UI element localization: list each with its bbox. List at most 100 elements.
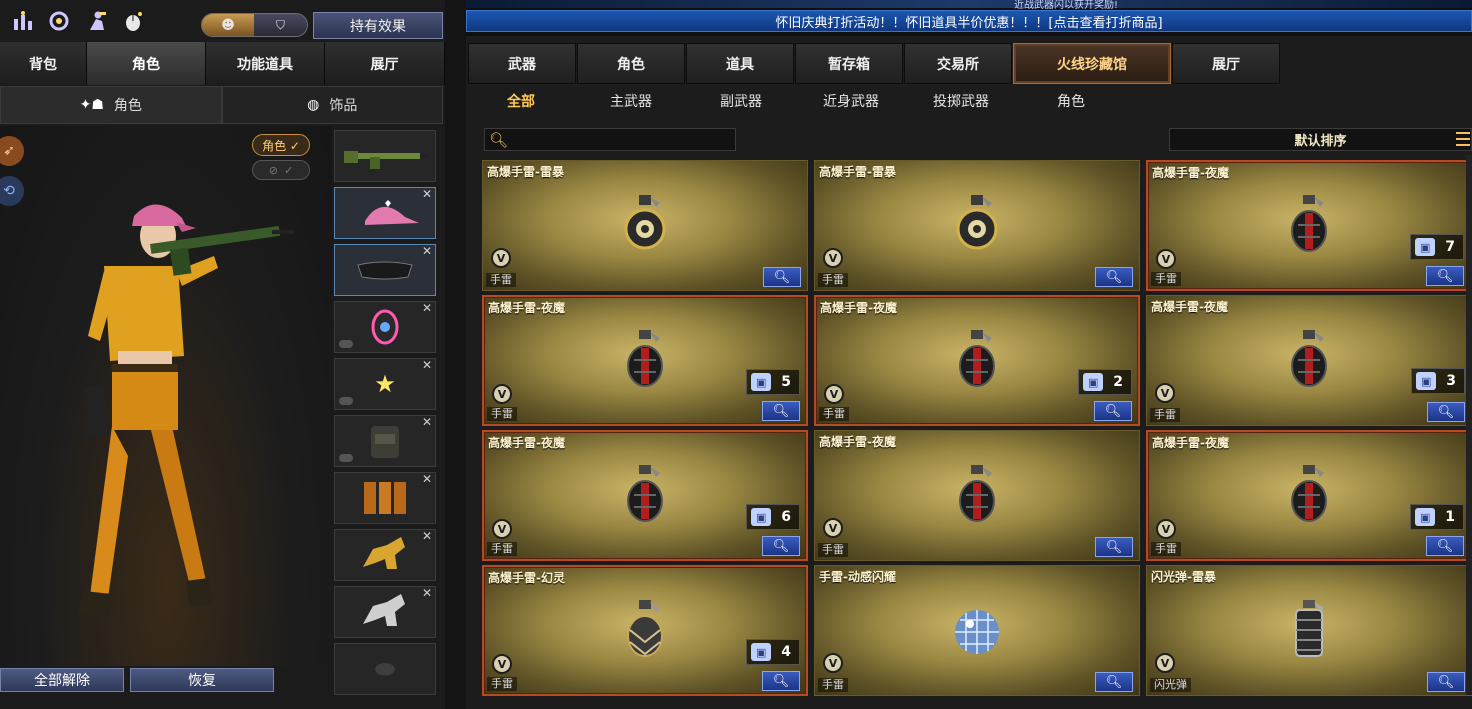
item-card[interactable]: 手雷-动感闪耀 V 手雷 🔍︎ bbox=[814, 565, 1140, 696]
zoom-button[interactable]: 🔍︎ bbox=[1095, 537, 1133, 557]
rank-view-icon[interactable]: ⛉ bbox=[254, 14, 307, 36]
sort-dropdown[interactable]: 默认排序 bbox=[1169, 128, 1472, 151]
figure-icon[interactable] bbox=[82, 6, 112, 36]
item-card[interactable]: 高爆手雷-夜魔 V 手雷 ▣ 5 🔍︎ bbox=[482, 295, 808, 426]
close-icon[interactable]: ✕ bbox=[422, 187, 432, 201]
item-card[interactable]: 高爆手雷-夜魔 V 手雷 🔍︎ bbox=[814, 430, 1140, 561]
game-shop-screen: ☻ ⛉ 持有效果 背包 角色 功能道具 展厅 ✦☗ 角色 ◍ 饰品 ➶ ⟲ 角色… bbox=[0, 0, 1472, 709]
zoom-button[interactable]: 🔍︎ bbox=[1094, 401, 1132, 421]
close-icon[interactable]: ✕ bbox=[422, 529, 432, 543]
item-card[interactable]: 闪光弹-雷暴 V 闪光弹 🔍︎ bbox=[1146, 565, 1472, 696]
slot-silver-horse[interactable]: ✕ bbox=[334, 586, 436, 638]
close-icon[interactable]: ✕ bbox=[422, 472, 432, 486]
item-name: 高爆手雷-夜魔 bbox=[1152, 436, 1229, 450]
toggle-dot[interactable] bbox=[339, 397, 353, 405]
mouse-icon[interactable] bbox=[118, 6, 148, 36]
close-icon[interactable]: ✕ bbox=[422, 586, 432, 600]
zoom-button[interactable]: 🔍︎ bbox=[762, 536, 800, 556]
tab-weapons[interactable]: 武器 bbox=[468, 43, 576, 84]
vip-badge-icon: V bbox=[1155, 383, 1175, 403]
count-value: 7 bbox=[1445, 239, 1455, 255]
category-character[interactable]: 角色 bbox=[1016, 88, 1126, 116]
category-secondary[interactable]: 副武器 bbox=[686, 88, 796, 116]
slot-goggles[interactable]: ✕ bbox=[334, 244, 436, 296]
category-primary[interactable]: 主武器 bbox=[576, 88, 686, 116]
tab-characters[interactable]: 角色 bbox=[577, 43, 685, 84]
grenade-phantom-icon bbox=[620, 598, 670, 664]
item-card[interactable]: 高爆手雷-夜魔 V 手雷 ▣ 6 🔍︎ bbox=[482, 430, 808, 561]
zoom-button[interactable]: 🔍︎ bbox=[762, 671, 800, 691]
category-throwable[interactable]: 投掷武器 bbox=[906, 88, 1016, 116]
tab-exchange[interactable]: 交易所 bbox=[904, 43, 1012, 84]
zoom-button[interactable]: 🔍︎ bbox=[1095, 672, 1133, 692]
category-all[interactable]: 全部 bbox=[466, 88, 576, 116]
category-melee[interactable]: 近身武器 bbox=[796, 88, 906, 116]
left-subtab-bar: ✦☗ 角色 ◍ 饰品 bbox=[0, 86, 443, 124]
category-filter-bar: 全部 主武器 副武器 近身武器 投掷武器 角色 bbox=[466, 88, 1126, 116]
hide-toggle[interactable]: ⊘ ✓ bbox=[252, 160, 310, 180]
stock-count: ▣ 5 bbox=[746, 369, 800, 395]
close-icon[interactable]: ✕ bbox=[422, 415, 432, 429]
close-icon[interactable]: ✕ bbox=[422, 358, 432, 372]
tab-exhibit[interactable]: 展厅 bbox=[1172, 43, 1280, 84]
restore-button[interactable]: 恢复 bbox=[130, 668, 274, 692]
slot-empty[interactable]: ⬬ bbox=[334, 643, 436, 695]
zoom-button[interactable]: 🔍︎ bbox=[1427, 402, 1465, 422]
subtab-character[interactable]: ✦☗ 角色 bbox=[0, 86, 222, 124]
toggle-dot[interactable] bbox=[339, 340, 353, 348]
tab-collection-hall[interactable]: 火线珍藏馆 bbox=[1013, 43, 1171, 84]
remove-all-button[interactable]: 全部解除 bbox=[0, 668, 124, 692]
slot-gold-horse[interactable]: ✕ bbox=[334, 529, 436, 581]
close-icon[interactable]: ✕ bbox=[422, 301, 432, 315]
zoom-button[interactable]: 🔍︎ bbox=[762, 401, 800, 421]
search-input[interactable] bbox=[514, 132, 735, 147]
subtab-accessories[interactable]: ◍ 饰品 bbox=[221, 86, 443, 124]
tab-function-items[interactable]: 功能道具 bbox=[206, 42, 325, 85]
zoom-button[interactable]: 🔍︎ bbox=[1427, 672, 1465, 692]
tab-items[interactable]: 道具 bbox=[686, 43, 794, 84]
box-icon: ▣ bbox=[1415, 238, 1436, 256]
box-icon: ▣ bbox=[751, 508, 772, 526]
zoom-button[interactable]: 🔍︎ bbox=[1095, 267, 1133, 287]
item-card[interactable]: 高爆手雷-夜魔 V 手雷 ▣ 1 🔍︎ bbox=[1146, 430, 1472, 561]
box-icon: ▣ bbox=[1083, 373, 1104, 391]
shop-icon[interactable] bbox=[8, 6, 38, 36]
slot-ammo-belt[interactable]: ✕ bbox=[334, 472, 436, 524]
tab-backpack[interactable]: 背包 bbox=[0, 42, 87, 85]
item-name: 手雷-动感闪耀 bbox=[819, 570, 896, 584]
slot-dogtag[interactable]: ✕ bbox=[334, 301, 436, 353]
grenade-nightmare-icon bbox=[952, 463, 1002, 529]
tab-storage[interactable]: 暂存箱 bbox=[795, 43, 903, 84]
character-badge[interactable]: 角色 ✓ bbox=[252, 134, 310, 156]
item-name: 高爆手雷-幻灵 bbox=[488, 571, 565, 585]
item-card[interactable]: 高爆手雷-幻灵 V 手雷 ▣ 4 🔍︎ bbox=[482, 565, 808, 696]
slot-backpack[interactable]: ✕ bbox=[334, 415, 436, 467]
item-card[interactable]: 高爆手雷-雷暴 V 手雷 🔍︎ bbox=[814, 160, 1140, 291]
vip-badge-icon: V bbox=[492, 519, 512, 539]
item-type: 闪光弹 bbox=[1150, 678, 1191, 692]
slot-rifle[interactable] bbox=[334, 130, 436, 182]
box-icon: ▣ bbox=[751, 373, 772, 391]
view-mode-toggle[interactable]: ☻ ⛉ bbox=[201, 13, 308, 37]
item-type: 手雷 bbox=[486, 273, 516, 287]
zoom-button[interactable]: 🔍︎ bbox=[763, 267, 801, 287]
tab-showroom[interactable]: 展厅 bbox=[325, 42, 445, 85]
item-card[interactable]: 高爆手雷-夜魔 V 手雷 ▣ 2 🔍︎ bbox=[814, 295, 1140, 426]
zoom-button[interactable]: 🔍︎ bbox=[1426, 266, 1464, 286]
close-icon[interactable]: ✕ bbox=[422, 244, 432, 258]
tab-character[interactable]: 角色 bbox=[87, 42, 206, 85]
scrollbar[interactable] bbox=[1466, 155, 1472, 695]
character-preview[interactable]: ➶ ⟲ bbox=[0, 126, 332, 666]
promo-link[interactable]: 怀旧庆典打折活动！！怀旧道具半价优惠！！！[点击查看打折商品] bbox=[466, 10, 1472, 32]
item-card[interactable]: 高爆手雷-夜魔 V 手雷 ▣ 3 🔍︎ bbox=[1146, 295, 1472, 426]
refresh-icon[interactable] bbox=[44, 6, 74, 36]
item-card[interactable]: 高爆手雷-雷暴 V 手雷 🔍︎ bbox=[482, 160, 808, 291]
owned-effect-button[interactable]: 持有效果 bbox=[313, 12, 443, 39]
character-view-icon[interactable]: ☻ bbox=[202, 14, 254, 36]
item-card[interactable]: 高爆手雷-夜魔 V 手雷 ▣ 7 🔍︎ bbox=[1146, 160, 1472, 291]
menu-icon[interactable] bbox=[1456, 132, 1470, 146]
zoom-button[interactable]: 🔍︎ bbox=[1426, 536, 1464, 556]
slot-star-wand[interactable]: ✕ ★ bbox=[334, 358, 436, 410]
slot-cap[interactable]: ✕ bbox=[334, 187, 436, 239]
toggle-dot[interactable] bbox=[339, 454, 353, 462]
